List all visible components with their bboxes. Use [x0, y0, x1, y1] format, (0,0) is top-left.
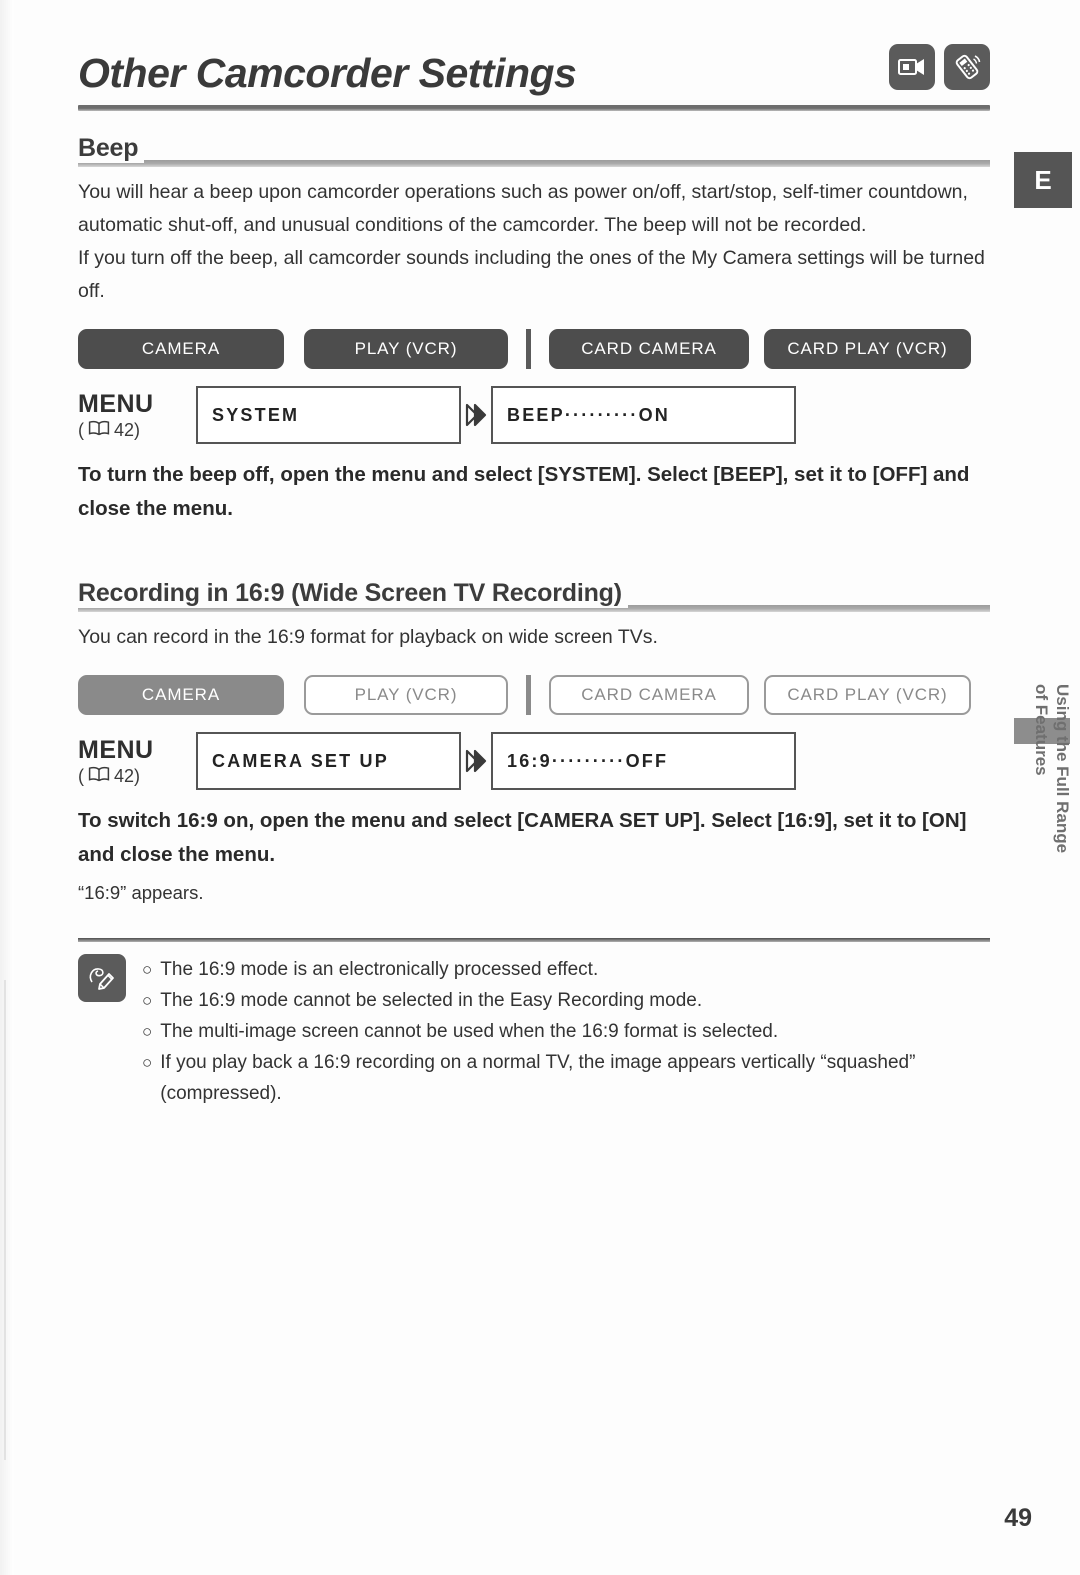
side-tab: Using the Full Range of Features [1014, 684, 1072, 958]
mode-button-camera[interactable]: CAMERA [78, 329, 284, 370]
heading-underline [78, 160, 990, 168]
note-bullet: ○ [142, 960, 153, 980]
paren-open: ( [78, 420, 84, 441]
menu-row-169: MENU ( 42) CAMERA SET UP 16:9·········OF… [78, 732, 990, 791]
note-item: ○ The 16:9 mode cannot be selected in th… [142, 985, 990, 1016]
mode-row-beep: CAMERA PLAY (VCR) CARD CAMERA CARD PLAY … [78, 328, 990, 370]
menu-box-beep-setting[interactable]: BEEP·········ON [491, 386, 796, 445]
mode-separator [526, 329, 531, 370]
mode-button-card-play-vcr[interactable]: CARD PLAY (VCR) [764, 675, 971, 716]
book-icon [88, 419, 110, 441]
paragraph: You can record in the 16:9 format for pl… [78, 626, 658, 649]
subnote-169-appears: “16:9” appears. [78, 882, 204, 904]
menu-box-169-setting[interactable]: 16:9·········OFF [491, 732, 796, 791]
page-content: Other Camcorder Settings Beep You will h… [78, 42, 990, 1109]
menu-box-system[interactable]: SYSTEM [196, 386, 461, 445]
page-title: Other Camcorder Settings [78, 50, 577, 96]
title-rule [78, 105, 990, 112]
instruction-beep: To turn the beep off, open the menu and … [78, 463, 970, 521]
memo-pencil-icon [78, 954, 126, 1003]
mode-button-card-camera[interactable]: CARD CAMERA [549, 329, 749, 370]
note-text: The 16:9 mode cannot be selected in the … [160, 990, 703, 1012]
paragraph: If you turn off the beep, all camcorder … [78, 247, 985, 303]
notes-block: ○ The 16:9 mode is an electronically pro… [78, 938, 990, 1109]
menu-arrow-icon [461, 386, 491, 444]
note-item: ○ The multi-image screen cannot be used … [142, 1016, 990, 1047]
menu-row-beep: MENU ( 42) SYSTEM BEEP·········ON [78, 386, 990, 445]
mode-button-play-vcr[interactable]: PLAY (VCR) [304, 675, 508, 716]
heading-text: Beep [78, 133, 145, 164]
menu-word: MENU [78, 390, 154, 419]
side-tab-line-2: of Features [1032, 684, 1051, 776]
header-mode-icons [889, 42, 990, 90]
menu-label-group: MENU ( 42) [78, 386, 196, 444]
section-heading-beep: Beep [78, 133, 990, 169]
mode-button-camera[interactable]: CAMERA [78, 675, 284, 716]
section-heading-169: Recording in 16:9 (Wide Screen TV Record… [78, 578, 990, 614]
note-text: The multi-image screen cannot be used wh… [160, 1021, 779, 1043]
note-bullet: ○ [142, 1053, 153, 1073]
note-text: If you play back a 16:9 recording on a n… [160, 1052, 916, 1105]
mode-separator [526, 675, 531, 716]
menu-label-group: MENU ( 42) [78, 732, 196, 790]
menu-arrow-icon [461, 732, 491, 790]
menu-page-number: 42) [114, 420, 141, 441]
camcorder-icon [889, 44, 935, 90]
menu-page-number: 42) [114, 766, 141, 787]
mode-row-169: CAMERA PLAY (VCR) CARD CAMERA CARD PLAY … [78, 674, 990, 716]
notes-body: ○ The 16:9 mode is an electronically pro… [78, 954, 990, 1109]
scan-edge [0, 0, 14, 1575]
menu-page-reference: ( 42) [78, 419, 196, 441]
note-bullet: ○ [142, 1022, 153, 1042]
note-text: The 16:9 mode is an electronically proce… [160, 959, 599, 981]
manual-page: Other Camcorder Settings Beep You will h… [0, 0, 1080, 1575]
menu-box-camera-set-up[interactable]: CAMERA SET UP [196, 732, 461, 791]
mode-button-card-play-vcr[interactable]: CARD PLAY (VCR) [764, 329, 971, 370]
scan-seam [4, 980, 6, 1460]
note-item: ○ If you play back a 16:9 recording on a… [142, 1047, 990, 1109]
notes-rule [78, 938, 990, 943]
note-bullet: ○ [142, 991, 153, 1011]
wide-screen-body: You can record in the 16:9 format for pl… [78, 621, 990, 654]
instruction-169: To switch 16:9 on, open the menu and sel… [78, 809, 967, 867]
section-tab-letter: E [1014, 152, 1072, 208]
mode-button-card-camera[interactable]: CARD CAMERA [549, 675, 749, 716]
beep-body: You will hear a beep upon camcorder oper… [78, 176, 990, 308]
heading-text: Recording in 16:9 (Wide Screen TV Record… [78, 578, 628, 609]
note-item: ○ The 16:9 mode is an electronically pro… [142, 954, 990, 985]
book-icon [88, 765, 110, 787]
menu-word: MENU [78, 736, 154, 765]
paren-open: ( [78, 766, 84, 787]
side-tab-text: Using the Full Range of Features [1024, 684, 1080, 880]
side-tab-line-1: Using the Full Range [1053, 684, 1072, 854]
notes-list: ○ The 16:9 mode is an electronically pro… [142, 954, 990, 1109]
page-number: 49 [1004, 1504, 1032, 1532]
menu-page-reference: ( 42) [78, 765, 196, 787]
remote-control-icon [944, 44, 990, 90]
mode-button-play-vcr[interactable]: PLAY (VCR) [304, 329, 508, 370]
paragraph: You will hear a beep upon camcorder oper… [78, 181, 968, 237]
page-header: Other Camcorder Settings [78, 42, 990, 95]
